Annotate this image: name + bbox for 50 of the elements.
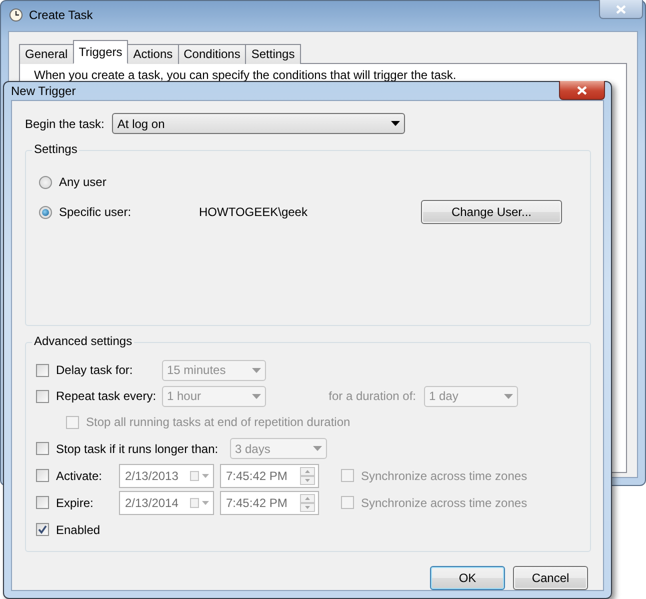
spinner-icon [300, 494, 315, 512]
checkbox-label: Repeat task every: [56, 389, 156, 403]
user-name: HOWTOGEEK\geek [199, 205, 308, 219]
checkbox-label: Stop task if it runs longer than: [56, 442, 218, 456]
checkbox[interactable] [36, 469, 49, 482]
tab[interactable]: Settings [245, 44, 301, 64]
checkbox-label: Activate: [56, 468, 102, 482]
description-text: When you create a task, you can specify the conditions that will trigger the task. [34, 68, 458, 82]
tab[interactable]: Actions [127, 44, 179, 64]
field-label: Begin the task: [25, 116, 104, 130]
cancel-button[interactable]: Cancel [513, 566, 588, 590]
begin-task-dropdown[interactable]: At log on [112, 113, 406, 134]
checkbox-label: Expire: [56, 496, 94, 510]
radio-button[interactable] [39, 206, 52, 218]
close-button[interactable] [559, 81, 605, 100]
date-picker[interactable]: 2/13/2013 [119, 464, 214, 488]
calendar-dropdown-icon [190, 470, 210, 480]
checkbox-label: Enabled [56, 522, 100, 536]
checkbox-label: Delay task for: [56, 363, 133, 377]
radio-button[interactable] [39, 176, 52, 188]
close-icon [616, 4, 626, 14]
dropdown-arrow-icon [252, 394, 261, 398]
time-field[interactable]: 7:45:42 PM [220, 490, 319, 514]
checkbox[interactable] [36, 523, 49, 536]
clock-icon [9, 8, 23, 22]
ok-button[interactable]: OK [430, 566, 505, 590]
dialog-title: New Trigger [11, 84, 76, 98]
tab[interactable]: Triggers [72, 40, 128, 64]
radio-label: Specific user: [59, 205, 132, 219]
change-user-button[interactable]: Change User... [421, 200, 562, 224]
group-title: Settings [32, 142, 80, 156]
checkbox-label: Synchronize across time zones [361, 468, 528, 482]
time-field[interactable]: 7:45:42 PM [220, 464, 319, 488]
radio-label: Any user [59, 175, 106, 189]
field-label: for a duration of: [328, 389, 416, 403]
close-icon [577, 86, 587, 94]
checkbox-label: Synchronize across time zones [361, 496, 528, 510]
tab[interactable]: Conditions [178, 44, 246, 64]
dropdown-arrow-icon [252, 368, 261, 372]
dropdown-arrow-icon [391, 121, 400, 126]
checkbox-label: Stop all running tasks at end of repetition duration [86, 415, 350, 429]
dropdown-arrow-icon [313, 446, 322, 451]
calendar-dropdown-icon [190, 498, 210, 508]
date-picker[interactable]: 2/13/2014 [119, 490, 214, 514]
spinner-icon [300, 466, 315, 484]
window-title: Create Task [29, 8, 93, 22]
checkbox[interactable] [36, 496, 49, 509]
group-title: Advanced settings [32, 334, 134, 348]
tab[interactable]: General [19, 44, 74, 64]
dropdown-arrow-icon [504, 394, 513, 398]
